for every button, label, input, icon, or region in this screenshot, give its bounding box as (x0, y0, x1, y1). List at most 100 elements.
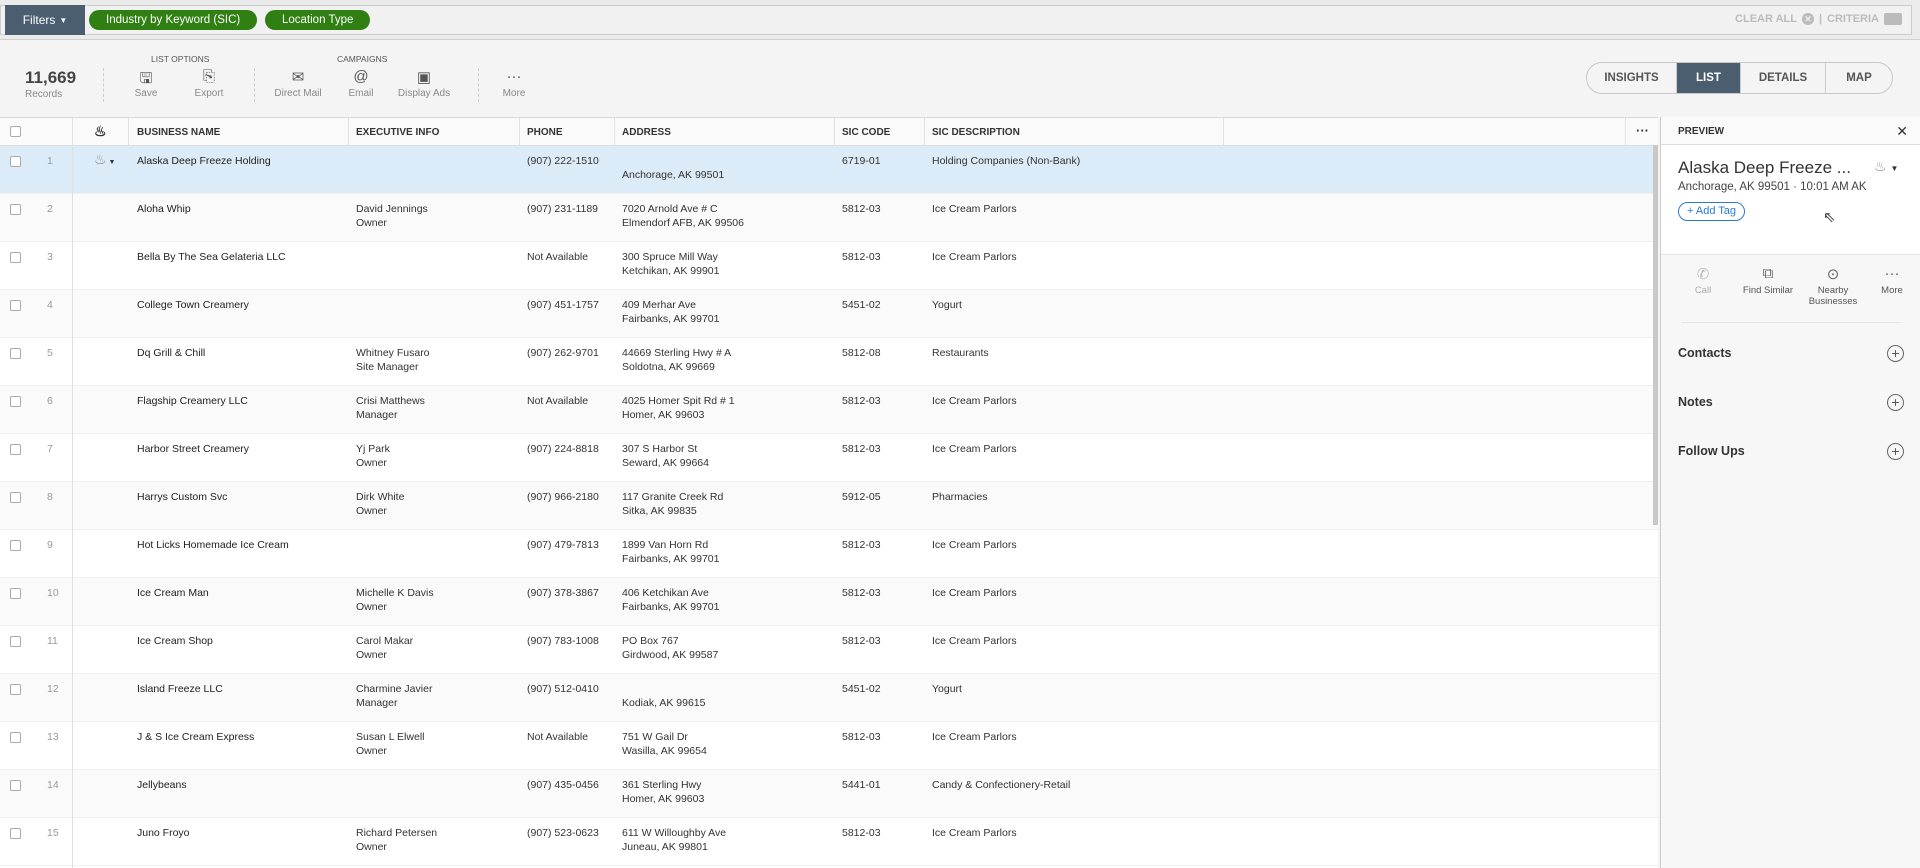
add-follow-up-icon[interactable]: + (1887, 443, 1904, 460)
table-row[interactable]: 3 Bella By The Sea Gelateria LLC Not Avail… (0, 242, 1658, 290)
phone: (907) 435-0456 (527, 779, 599, 791)
sic-code: 5812-03 (842, 539, 881, 551)
tab-list[interactable]: LIST (1677, 63, 1741, 93)
table-row[interactable]: 9 Hot Licks Homemade Ice Cream (907) 479-7… (0, 530, 1658, 578)
phone: (907) 262-9701 (527, 347, 599, 359)
row-checkbox[interactable] (10, 252, 21, 263)
executive-name: Michelle K Davis (356, 587, 434, 599)
find-similar-button[interactable]: ⧉ Find Similar (1733, 265, 1803, 296)
address-line2: Juneau, AK 99801 (622, 841, 708, 853)
fire-dropdown-icon[interactable]: ♨ ▼ (94, 152, 115, 170)
address-line2: Wasilla, AK 99654 (622, 745, 707, 757)
row-checkbox[interactable] (10, 204, 21, 215)
more-icon: ··· (506, 68, 522, 85)
table-row[interactable]: 5 Dq Grill & Chill Whitney Fusaro Site Mana… (0, 338, 1658, 386)
row-checkbox[interactable] (10, 300, 21, 311)
executive-name: Charmine Javier (356, 683, 433, 695)
divider (254, 68, 255, 102)
tab-insights[interactable]: INSIGHTS (1587, 63, 1677, 93)
row-checkbox[interactable] (10, 828, 21, 839)
table-row[interactable]: 14 Jellybeans (907) 435-0456 361 Sterling H… (0, 770, 1658, 818)
column-options-icon[interactable]: ··· (1636, 123, 1649, 138)
filter-actions: CLEAR ALL ✕ | CRITERIA (1735, 13, 1902, 25)
row-checkbox[interactable] (10, 684, 21, 695)
column-business-name[interactable]: BUSINESS NAME (137, 127, 220, 138)
criteria-button[interactable]: CRITERIA (1827, 13, 1879, 25)
table-row[interactable]: 7 Harbor Street Creamery Yj Park Owner (907)… (0, 434, 1658, 482)
section-contacts[interactable]: Contacts (1678, 346, 1731, 360)
call-button[interactable]: ✆ Call (1668, 265, 1738, 296)
row-checkbox[interactable] (10, 588, 21, 599)
row-checkbox[interactable] (10, 636, 21, 647)
column-phone[interactable]: PHONE (527, 127, 563, 138)
row-checkbox[interactable] (10, 732, 21, 743)
address-line2: Ketchikan, AK 99901 (622, 265, 720, 277)
executive-name: Richard Petersen (356, 827, 438, 839)
column-sic-description[interactable]: SIC DESCRIPTION (932, 127, 1020, 138)
table-row[interactable]: 8 Harrys Custom Svc Dirk White Owner (907) 9… (0, 482, 1658, 530)
clear-all-button[interactable]: CLEAR ALL (1735, 13, 1797, 25)
table-row[interactable]: 13 J & S Ice Cream Express Susan L Elwell O… (0, 722, 1658, 770)
display-ads-button[interactable]: ▣ Display Ads (394, 68, 454, 99)
row-checkbox[interactable] (10, 348, 21, 359)
export-button[interactable]: ⎘ Export (179, 68, 239, 99)
list-options-label: LIST OPTIONS (151, 54, 210, 64)
close-icon[interactable]: ✕ (1896, 123, 1908, 140)
column-executive-info[interactable]: EXECUTIVE INFO (356, 127, 439, 138)
direct-mail-button[interactable]: ✉ Direct Mail (268, 68, 328, 99)
tab-details[interactable]: DETAILS (1741, 63, 1826, 93)
preview-header: PREVIEW ✕ (1661, 117, 1920, 145)
tab-map[interactable]: MAP (1826, 63, 1892, 93)
table-row[interactable]: 6 Flagship Creamery LLC Crisi Matthews Mana… (0, 386, 1658, 434)
row-checkbox[interactable] (10, 444, 21, 455)
fire-icon[interactable]: ♨ (94, 123, 107, 140)
table-row[interactable]: 10 Ice Cream Man Michelle K Davis Owner (907… (0, 578, 1658, 626)
business-name: Ice Cream Man (137, 587, 209, 599)
filters-button[interactable]: Filters ▼ (5, 5, 85, 35)
sic-description: Ice Cream Parlors (932, 539, 1017, 551)
phone: (907) 231-1189 (527, 203, 599, 215)
column-sic-code[interactable]: SIC CODE (842, 127, 890, 138)
clear-icon[interactable]: ✕ (1801, 13, 1814, 25)
row-checkbox[interactable] (10, 396, 21, 407)
criteria-icon[interactable] (1884, 13, 1902, 25)
table-scrollbar[interactable] (1653, 145, 1658, 525)
add-tag-button[interactable]: + Add Tag (1678, 202, 1746, 221)
add-note-icon[interactable]: + (1887, 394, 1904, 411)
table-row[interactable]: 2 Aloha Whip David Jennings Owner (907) 231-… (0, 194, 1658, 242)
select-all-checkbox[interactable] (10, 126, 21, 137)
row-checkbox[interactable] (10, 780, 21, 791)
table-row[interactable]: 4 College Town Creamery (907) 451-1757 409 … (0, 290, 1658, 338)
section-follow-ups[interactable]: Follow Ups (1678, 444, 1745, 458)
filter-chip-location-type[interactable]: Location Type (265, 10, 371, 30)
section-notes[interactable]: Notes (1678, 395, 1713, 409)
more-button[interactable]: ··· More (484, 68, 544, 99)
row-checkbox[interactable] (10, 492, 21, 503)
executive-name: Whitney Fusaro (356, 347, 430, 359)
row-number: 7 (47, 443, 53, 455)
executive-title: Manager (356, 409, 398, 421)
business-name: Hot Licks Homemade Ice Cream (137, 539, 289, 551)
table-row[interactable]: 12 Island Freeze LLC Charmine Javier Manage… (0, 674, 1658, 722)
email-button[interactable]: @ Email (331, 68, 391, 99)
table-row[interactable]: 1 ♨ ▼ Alaska Deep Freeze Holding (907) 222-… (0, 146, 1658, 194)
add-contact-icon[interactable]: + (1887, 345, 1904, 362)
sic-description: Ice Cream Parlors (932, 731, 1017, 743)
save-button[interactable]: 🖫 Save (116, 68, 176, 99)
table-row[interactable]: 15 Juno Froyo Richard Petersen Owner (907) 5… (0, 818, 1658, 866)
phone: (907) 222-1510 (527, 155, 599, 167)
row-checkbox[interactable] (10, 156, 21, 167)
row-number: 6 (47, 395, 53, 407)
table-row[interactable]: 11 Ice Cream Shop Carol Makar Owner (907) 78… (0, 626, 1658, 674)
sic-description: Ice Cream Parlors (932, 827, 1017, 839)
business-name: Jellybeans (137, 779, 187, 791)
plus-icon: + (1687, 205, 1696, 217)
executive-title: Owner (356, 217, 387, 229)
column-address[interactable]: ADDRESS (622, 127, 671, 138)
row-checkbox[interactable] (10, 540, 21, 551)
sic-description: Ice Cream Parlors (932, 203, 1017, 215)
filter-chip-industry[interactable]: Industry by Keyword (SIC) (89, 10, 258, 30)
more-actions-button[interactable]: ··· More (1857, 265, 1920, 296)
fire-dropdown-icon[interactable]: ♨ ▼ (1874, 158, 1898, 175)
sic-code: 5812-03 (842, 635, 881, 647)
